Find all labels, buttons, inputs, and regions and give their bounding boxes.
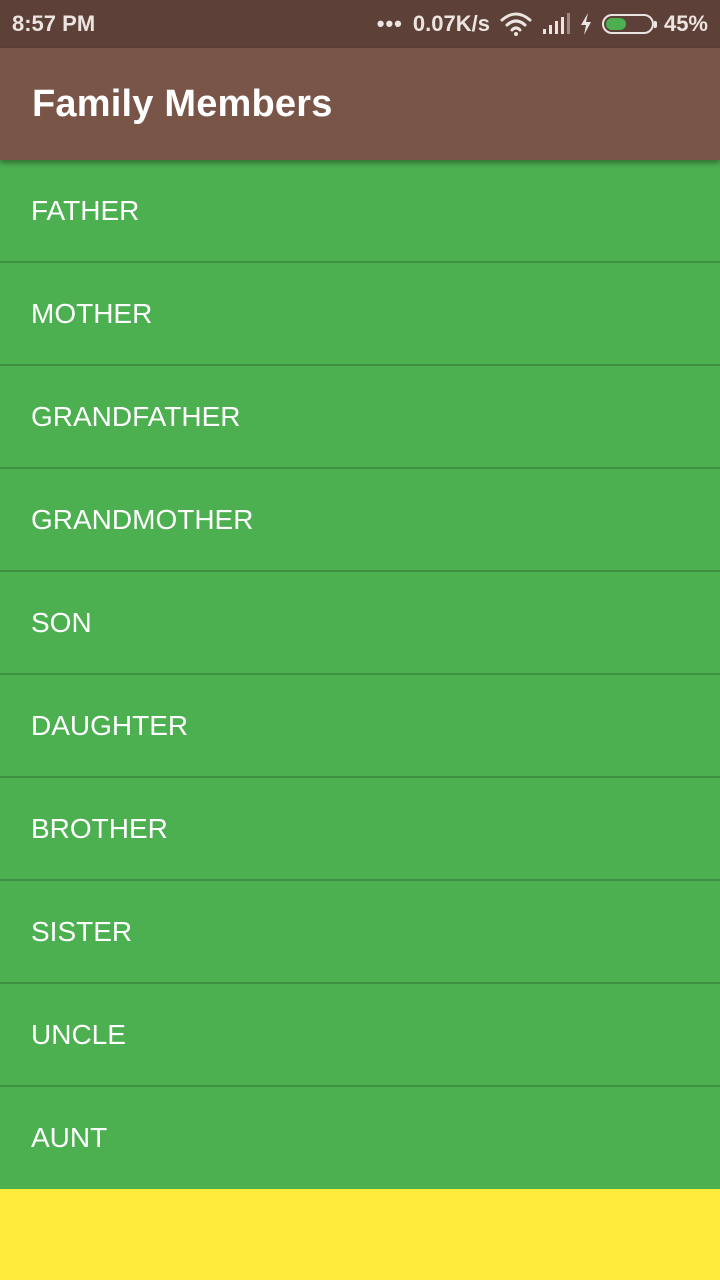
network-speed: 0.07K/s bbox=[412, 11, 490, 36]
list-item-daughter[interactable]: DAUGHTER bbox=[0, 675, 720, 778]
list-item-label: GRANDFATHER bbox=[31, 400, 241, 432]
list-item-label: FATHER bbox=[31, 194, 140, 226]
list-item-label: UNCLE bbox=[31, 1018, 126, 1050]
family-members-list: FATHER MOTHER GRANDFATHER GRANDMOTHER SON DAU… bbox=[0, 160, 720, 1189]
list-item-sister[interactable]: SISTER bbox=[0, 881, 720, 984]
list-item-label: SON bbox=[31, 606, 92, 638]
page-title: Family Members bbox=[32, 82, 333, 125]
list-item-mother[interactable]: MOTHER bbox=[0, 263, 720, 366]
status-bar: 8:57 PM ••• 0.07K/s 45% bbox=[0, 0, 720, 48]
list-item-aunt[interactable]: AUNT bbox=[0, 1087, 720, 1189]
battery-tip bbox=[653, 21, 657, 28]
list-item-label: BROTHER bbox=[31, 812, 168, 844]
list-item-label: MOTHER bbox=[31, 297, 153, 329]
list-item-label: AUNT bbox=[31, 1122, 108, 1153]
status-indicators: ••• 0.07K/s 45% bbox=[377, 11, 708, 37]
charging-icon bbox=[580, 13, 592, 35]
list-item-label: DAUGHTER bbox=[31, 709, 189, 741]
more-notifications-icon: ••• bbox=[376, 11, 403, 36]
wifi-icon bbox=[500, 12, 532, 36]
list-item-brother[interactable]: BROTHER bbox=[0, 778, 720, 881]
list-item-grandmother[interactable]: GRANDMOTHER bbox=[0, 469, 720, 572]
list-item-father[interactable]: FATHER bbox=[0, 160, 720, 263]
list-item-grandfather[interactable]: GRANDFATHER bbox=[0, 366, 720, 469]
app-bar: Family Members bbox=[0, 48, 720, 160]
battery-percent: 45% bbox=[663, 11, 708, 36]
list-item-label: GRANDMOTHER bbox=[31, 503, 254, 535]
battery-level-fill bbox=[605, 18, 626, 30]
status-time: 8:57 PM bbox=[12, 11, 96, 36]
signal-icon bbox=[542, 13, 570, 35]
list-item-son[interactable]: SON bbox=[0, 572, 720, 675]
battery-icon bbox=[601, 14, 657, 34]
list-item-label: SISTER bbox=[31, 915, 133, 947]
list-item-uncle[interactable]: UNCLE bbox=[0, 984, 720, 1087]
